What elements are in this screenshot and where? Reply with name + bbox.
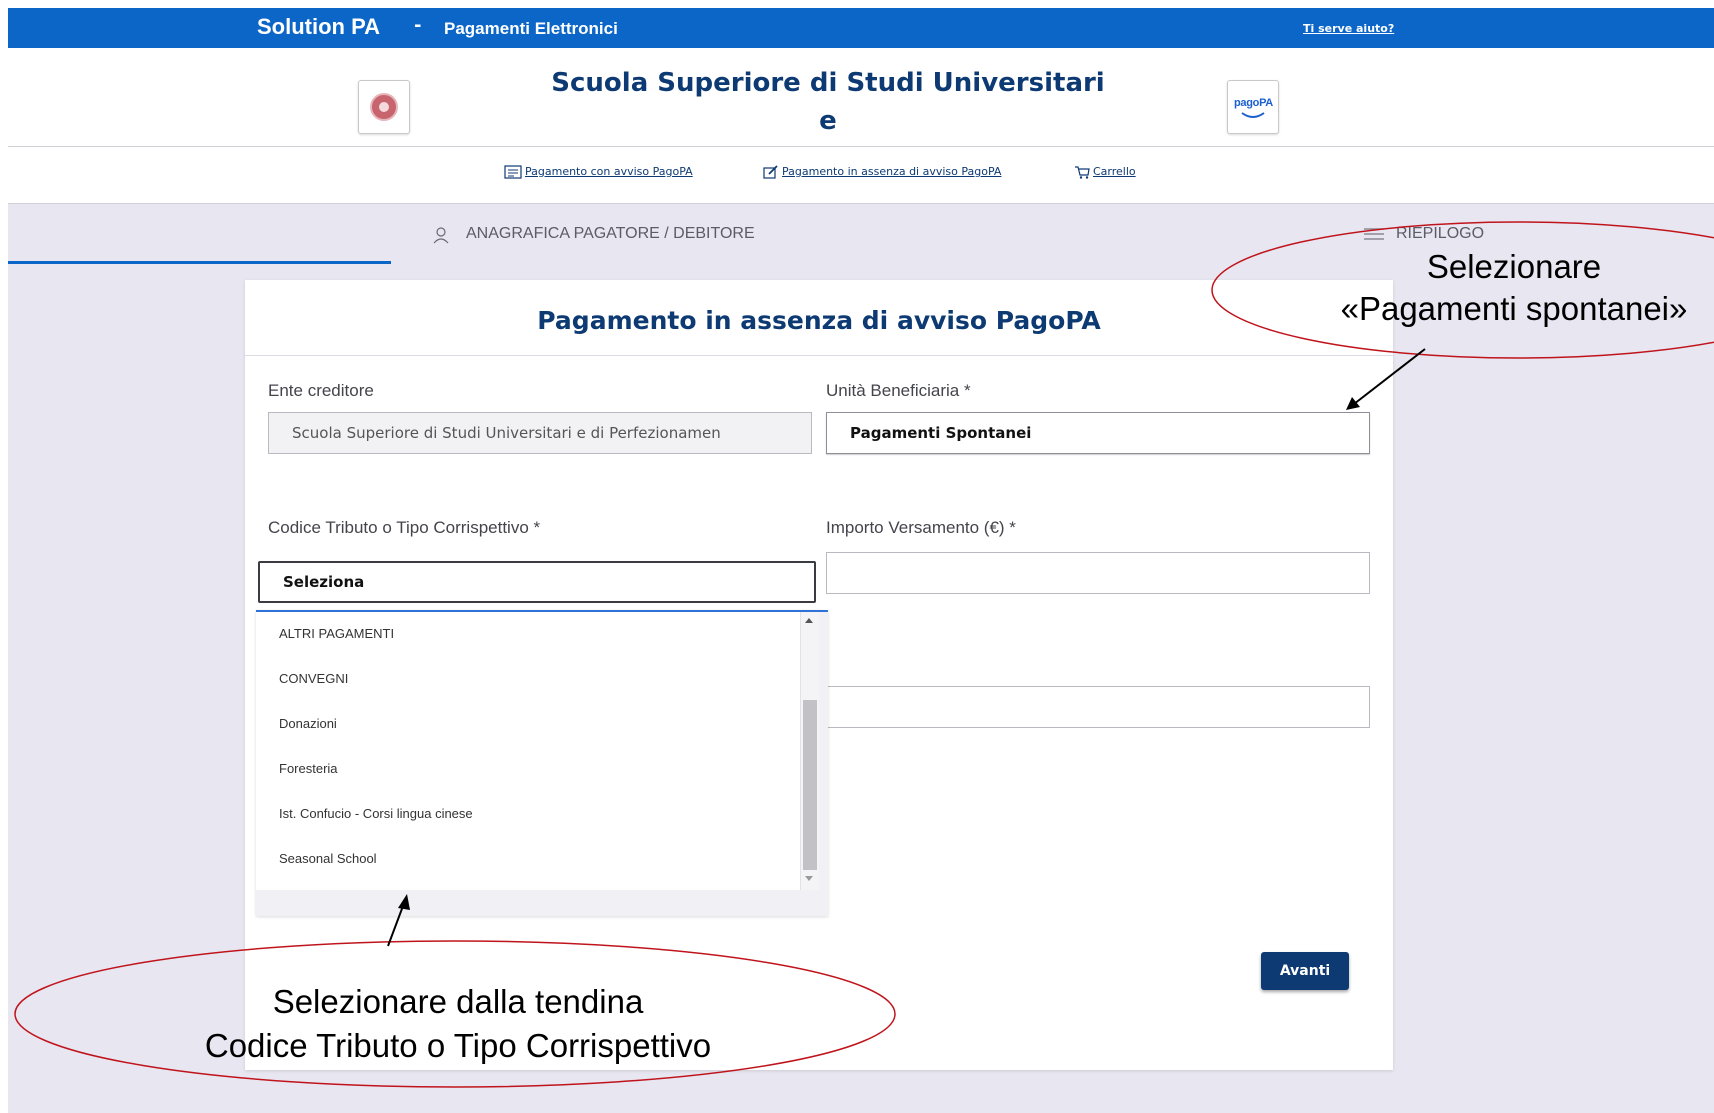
annotation-bottom-line1: Selezionare dalla tendina: [272, 983, 644, 1020]
annotation-arrowhead-bottom: [398, 894, 410, 910]
annotation-arrow-top: [1353, 348, 1426, 405]
annotation-arrow-bottom: [387, 905, 404, 947]
page: Solution PA - Pagamenti Elettronici Ti s…: [8, 8, 1714, 1113]
annotation-arrowhead-top: [1346, 397, 1360, 410]
annotation-top-line1: Selezionare: [1426, 248, 1602, 285]
annotation-bottom: Selezionare dalla tendina Codice Tributo…: [108, 980, 808, 1068]
annotation-overlay: [14, 221, 1714, 1088]
annotation-bottom-line2: Codice Tributo o Tipo Corrispettivo: [204, 1027, 712, 1064]
annotation-top: Selezionare «Pagamenti spontanei»: [1294, 246, 1714, 330]
annotation-top-line2: «Pagamenti spontanei»: [1340, 290, 1688, 327]
